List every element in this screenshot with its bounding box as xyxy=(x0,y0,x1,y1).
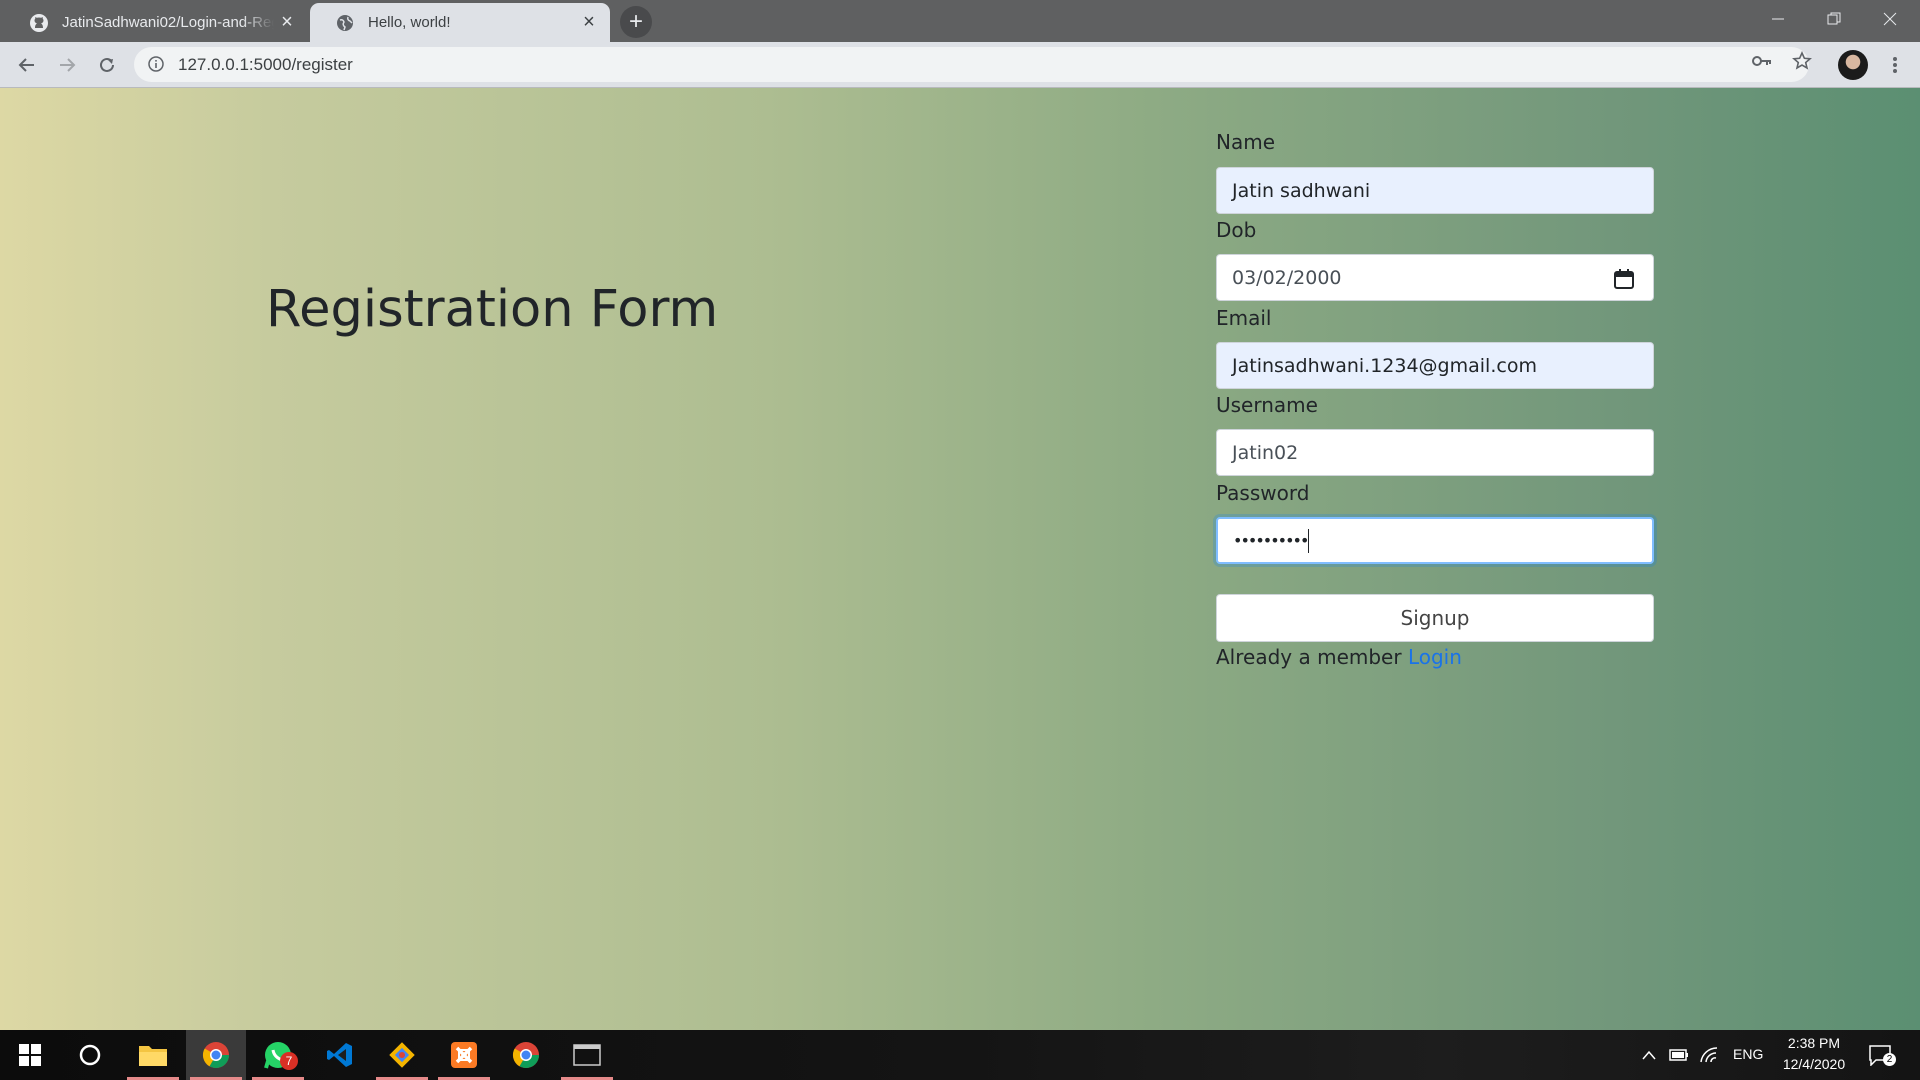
dob-input[interactable]: 03/02/2000 xyxy=(1216,254,1654,301)
language-indicator[interactable]: ENG xyxy=(1733,1046,1763,1062)
clock-time[interactable]: 2:38 PM xyxy=(1786,1035,1842,1051)
cortana-icon[interactable] xyxy=(60,1030,120,1080)
calendar-icon[interactable] xyxy=(1613,268,1635,290)
close-tab-icon[interactable]: × xyxy=(576,10,602,36)
password-input[interactable]: •••••••••• xyxy=(1216,517,1654,564)
chrome-icon[interactable] xyxy=(496,1030,556,1080)
member-text: Already a member xyxy=(1216,645,1402,669)
username-label: Username xyxy=(1216,393,1318,417)
chevron-up-icon[interactable] xyxy=(1638,1045,1660,1065)
git-icon[interactable] xyxy=(372,1030,432,1080)
xampp-icon[interactable] xyxy=(434,1030,494,1080)
page-title: Registration Form xyxy=(266,280,719,339)
close-window-icon[interactable] xyxy=(1860,0,1920,38)
back-arrow-icon[interactable] xyxy=(12,50,42,80)
browser-titlebar: JatinSadhwani02/Login-and-Registration ×… xyxy=(0,0,1920,42)
terminal-icon[interactable] xyxy=(557,1030,617,1080)
url-text: 127.0.0.1:5000/register xyxy=(178,55,353,74)
text-caret xyxy=(1308,528,1310,553)
tab-hello-world[interactable]: Hello, world! × xyxy=(310,3,610,42)
login-prompt: Already a member Login xyxy=(1216,645,1462,669)
username-value: Jatin02 xyxy=(1232,441,1299,464)
tab-github[interactable]: JatinSadhwani02/Login-and-Registration × xyxy=(4,3,308,42)
info-icon[interactable] xyxy=(148,56,164,72)
windows-taskbar: 7 ENG 2:38 PM 12/4/2020 2 xyxy=(0,1030,1920,1080)
signup-button[interactable]: Signup xyxy=(1216,594,1654,642)
vscode-icon[interactable] xyxy=(310,1030,370,1080)
forward-arrow-icon[interactable] xyxy=(52,50,82,80)
github-icon xyxy=(28,12,50,34)
wifi-icon[interactable] xyxy=(1698,1045,1720,1065)
username-input[interactable]: Jatin02 xyxy=(1216,429,1654,476)
minimize-icon[interactable] xyxy=(1748,0,1808,38)
password-label: Password xyxy=(1216,481,1310,505)
tab-title: JatinSadhwani02/Login-and-Registration xyxy=(62,14,274,31)
profile-avatar[interactable] xyxy=(1838,50,1868,80)
notification-badge: 7 xyxy=(280,1052,298,1070)
key-icon[interactable] xyxy=(1752,51,1772,71)
notification-count: 2 xyxy=(1883,1053,1896,1066)
globe-icon xyxy=(334,12,356,34)
whatsapp-icon[interactable]: 7 xyxy=(248,1030,308,1080)
new-tab-button[interactable]: + xyxy=(620,6,652,38)
name-value: Jatin sadhwani xyxy=(1232,179,1371,202)
browser-toolbar: 127.0.0.1:5000/register xyxy=(0,42,1920,88)
name-label: Name xyxy=(1216,130,1276,154)
more-options-icon[interactable] xyxy=(1880,50,1910,80)
bookmark-star-icon[interactable] xyxy=(1792,51,1812,71)
login-link[interactable]: Login xyxy=(1408,645,1462,669)
chrome-icon[interactable] xyxy=(186,1030,246,1080)
password-value: •••••••••• xyxy=(1233,531,1309,550)
notification-center-icon[interactable]: 2 xyxy=(1867,1043,1896,1067)
close-tab-icon[interactable]: × xyxy=(274,10,300,36)
clock-date[interactable]: 12/4/2020 xyxy=(1776,1056,1852,1072)
restore-icon[interactable] xyxy=(1804,0,1864,38)
start-icon[interactable] xyxy=(0,1030,60,1080)
email-label: Email xyxy=(1216,306,1272,330)
reload-icon[interactable] xyxy=(92,50,122,80)
email-input[interactable]: Jatinsadhwani.1234@gmail.com xyxy=(1216,342,1654,389)
dob-value: 03/02/2000 xyxy=(1232,266,1342,289)
name-input[interactable]: Jatin sadhwani xyxy=(1216,167,1654,214)
address-bar[interactable]: 127.0.0.1:5000/register xyxy=(134,47,1809,82)
dob-label: Dob xyxy=(1216,218,1257,242)
file-explorer-icon[interactable] xyxy=(123,1030,183,1080)
tab-title: Hello, world! xyxy=(368,14,451,31)
page-viewport: Registration Form Name Jatin sadhwani Do… xyxy=(0,88,1920,1030)
email-value: Jatinsadhwani.1234@gmail.com xyxy=(1232,354,1537,377)
battery-icon[interactable] xyxy=(1668,1045,1690,1065)
